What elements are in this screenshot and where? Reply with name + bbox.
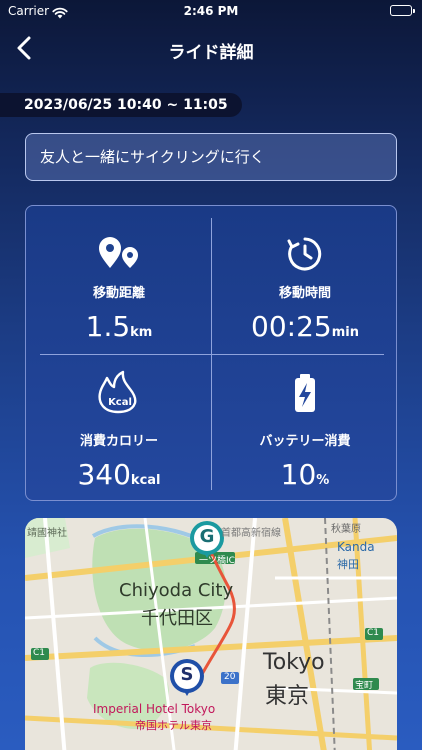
clock-icon <box>212 236 398 272</box>
battery-charge-icon <box>212 372 398 414</box>
map-label-kanda-jp: 神田 <box>337 558 359 571</box>
navigation-bar: ライド詳細 <box>0 30 422 66</box>
map-label-akihabara: 秋葉原 <box>331 524 361 535</box>
map-label-chiyoda-en: Chiyoda City <box>119 580 234 601</box>
status-bar: Carrier 2:46 PM <box>0 0 422 24</box>
map-road-shield: C1 <box>367 628 380 638</box>
map-road-shield: 20 <box>224 672 236 682</box>
kcal-icon-text: Kcal <box>108 397 132 408</box>
stat-value: 1.5km <box>85 310 153 343</box>
route-map[interactable]: 靖國神社 首都高新宿線 秋葉原 一ツ橋IC Kanda 神田 Chiyoda C… <box>25 518 397 750</box>
stat-label: 移動時間 <box>278 286 331 301</box>
map-label-hotel-jp: 帝国ホテル東京 <box>135 719 212 732</box>
map-road-shield: 宝町 <box>355 681 374 691</box>
stat-value: 10% <box>280 458 330 491</box>
map-label-hotel-en: Imperial Hotel Tokyo <box>93 702 216 716</box>
stat-battery: バッテリー消費 10% <box>212 354 398 502</box>
goal-marker[interactable]: G <box>196 526 218 547</box>
stat-duration: 移動時間 00:25min <box>212 206 398 354</box>
battery-status-icon <box>390 5 415 16</box>
map-road-shield: C1 <box>33 648 46 658</box>
ride-date-range: 2023/06/25 10:40 ~ 11:05 <box>0 93 242 117</box>
page-title: ライド詳細 <box>168 43 254 63</box>
map-label-kanda-en: Kanda <box>337 540 375 554</box>
map-label-tokyo-en: Tokyo <box>263 650 325 675</box>
map-label-expressway: 首都高新宿線 <box>221 528 281 539</box>
stat-calories: Kcal 消費カロリー 340kcal <box>26 354 212 502</box>
stat-value: 00:25min <box>251 310 359 343</box>
ride-memo-field[interactable]: 友人と一緒にサイクリングに行く <box>25 133 397 181</box>
start-marker[interactable]: S <box>176 664 198 685</box>
map-label-chiyoda-jp: 千代田区 <box>141 608 213 629</box>
map-label-shrine: 靖國神社 <box>27 528 67 539</box>
flame-kcal-icon: Kcal <box>26 370 212 414</box>
map-label-tokyo-jp: 東京 <box>265 684 310 709</box>
stat-label: バッテリー消費 <box>259 434 351 449</box>
stat-label: 消費カロリー <box>79 434 158 449</box>
stat-label: 移動距離 <box>92 286 145 301</box>
status-time: 2:46 PM <box>183 4 239 18</box>
ride-stats-card: 移動距離 1.5km 移動時間 00:25min Kcal 消費カロリー 340… <box>25 205 397 501</box>
stat-distance: 移動距離 1.5km <box>26 206 212 354</box>
map-pins-icon <box>26 236 212 272</box>
stat-value: 340kcal <box>77 458 161 491</box>
map-label-ic: 一ツ橋IC <box>199 556 235 566</box>
